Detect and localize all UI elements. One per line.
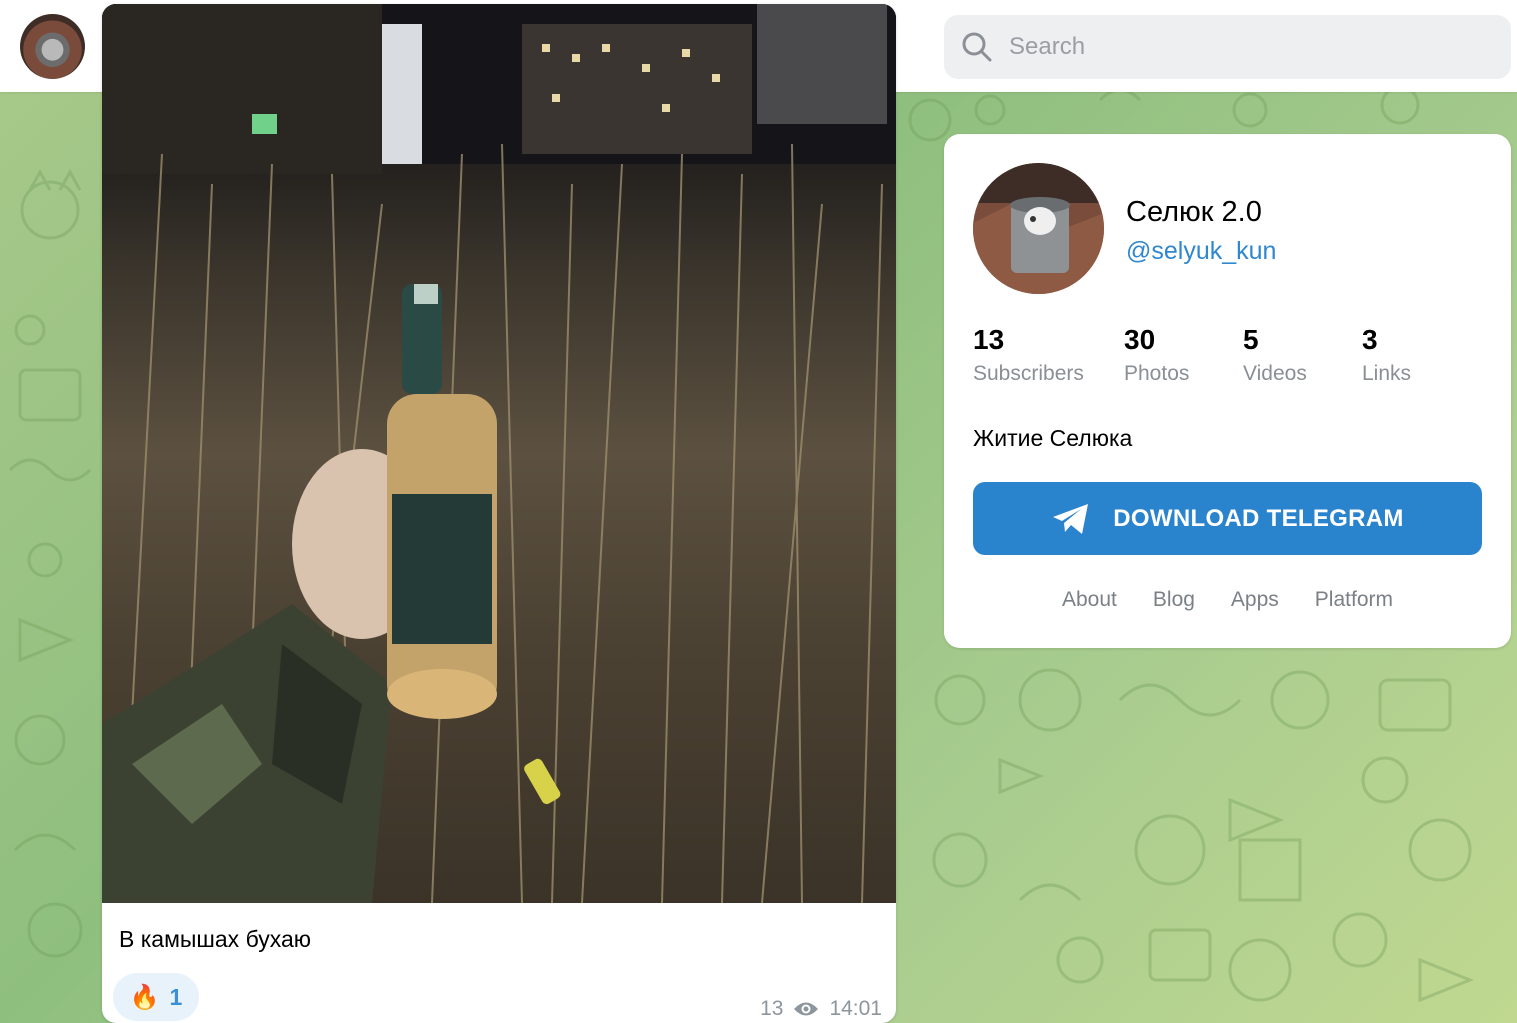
eye-icon (794, 1002, 819, 1016)
stat-label: Photos (1124, 362, 1190, 385)
search-bar[interactable] (944, 15, 1511, 79)
footer-link-platform[interactable]: Platform (1315, 588, 1393, 612)
stat-value: 5 (1243, 324, 1259, 355)
channel-avatar (973, 163, 1104, 294)
reaction-button[interactable]: 🔥 1 (113, 973, 199, 1021)
post-photo[interactable] (102, 4, 896, 903)
search-icon (962, 32, 992, 62)
download-telegram-button[interactable]: DOWNLOAD TELEGRAM (973, 482, 1482, 555)
post-time: 14:01 (829, 997, 882, 1020)
download-label: DOWNLOAD TELEGRAM (1113, 504, 1404, 532)
post-meta: 13 14:01 (760, 997, 882, 1021)
fire-icon: 🔥 (129, 983, 160, 1011)
channel-description: Житие Селюка (973, 425, 1133, 451)
footer-link-apps[interactable]: Apps (1231, 588, 1279, 612)
footer-link-about[interactable]: About (1062, 588, 1117, 612)
stat-value: 13 (973, 324, 1005, 355)
telegram-plane-icon (1053, 503, 1089, 534)
footer-links: About Blog Apps Platform (944, 588, 1511, 612)
channel-info-card: Селюк 2.0 @selyuk_kun 13 Subscribers 30 … (944, 134, 1511, 648)
channel-title: Селюк 2.0 (1126, 196, 1262, 228)
stat-value: 3 (1362, 324, 1378, 355)
stat-value: 30 (1124, 324, 1156, 355)
stat-label: Videos (1243, 362, 1307, 385)
header-avatar[interactable] (20, 14, 85, 79)
stat-videos[interactable]: 5 Videos (1243, 324, 1307, 386)
footer-link-blog[interactable]: Blog (1153, 588, 1195, 612)
stat-photos[interactable]: 30 Photos (1124, 324, 1189, 386)
channel-post: В камышах бухаю 🔥 1 13 14:01 (102, 4, 896, 1023)
stat-label: Links (1362, 362, 1412, 385)
search-input[interactable] (1009, 33, 1489, 61)
views-count: 13 (760, 997, 784, 1020)
photo-illustration (102, 4, 896, 903)
stat-subscribers[interactable]: 13 Subscribers (973, 324, 1084, 386)
stat-label: Subscribers (973, 362, 1084, 385)
post-caption: В камышах бухаю (119, 926, 312, 952)
reaction-count: 1 (169, 983, 183, 1010)
stat-links[interactable]: 3 Links (1362, 324, 1411, 386)
channel-handle-link[interactable]: @selyuk_kun (1126, 237, 1276, 266)
